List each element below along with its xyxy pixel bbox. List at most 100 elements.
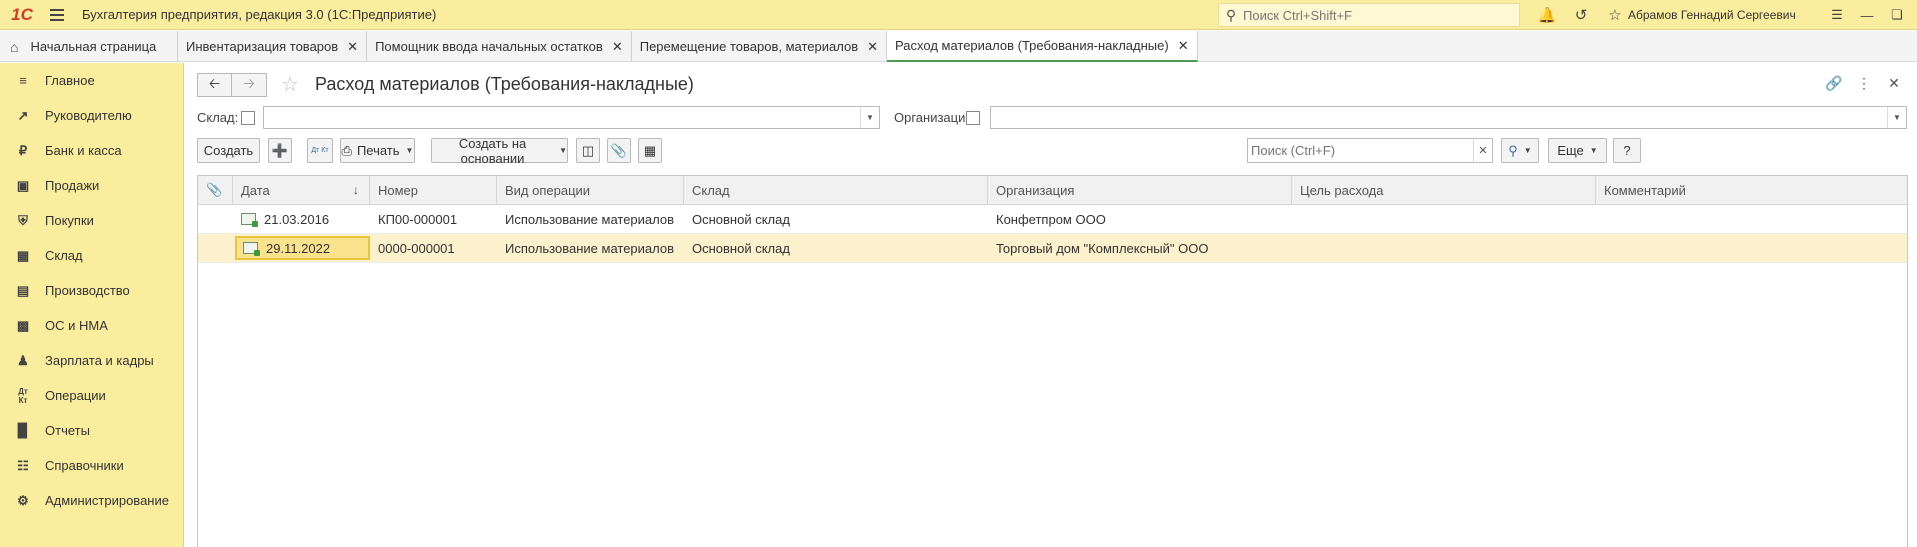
warehouse-cell: Основной склад	[692, 240, 790, 256]
form-title: Расход материалов (Требования-накладные)	[315, 74, 694, 94]
minimize-icon[interactable]: —	[1852, 0, 1882, 30]
close-tab-icon[interactable]: ✕	[347, 39, 358, 55]
ruble-coin-icon: ₽	[18, 142, 28, 158]
command-bar: Создать ➕ Дт Кт ⎙ Печать ▼ Создать на ос…	[197, 135, 1907, 166]
gear-icon: ⚙	[17, 492, 29, 508]
close-form-icon[interactable]: ✕	[1879, 71, 1909, 95]
sidebar-item-fixed-assets[interactable]: ▩ ОС и НМА	[0, 308, 183, 343]
tab-inventory[interactable]: Инвентаризация товаров ✕	[178, 31, 368, 62]
comment-cell	[1596, 205, 1907, 233]
sidebar-item-label: Банк и касса	[45, 143, 122, 158]
sidebar-item-operations[interactable]: Дт Кт Операции	[0, 378, 183, 413]
top-icons: 🔔 ↺ ☆	[1530, 0, 1632, 30]
dt-kt-button[interactable]: Дт Кт	[307, 138, 333, 163]
column-header-number[interactable]: Номер	[370, 176, 497, 204]
create-button[interactable]: Создать	[197, 138, 260, 163]
organization-filter-select[interactable]: ▼	[990, 106, 1907, 129]
sidebar-item-label: Операции	[45, 388, 106, 403]
tab-home[interactable]: ⌂ Начальная страница	[0, 31, 178, 62]
factory-icon: ▤	[16, 282, 30, 298]
list-search[interactable]: ✕	[1247, 138, 1493, 163]
search-options-button[interactable]: ⚲ ▼	[1501, 138, 1539, 163]
sidebar-item-label: ОС и НМА	[45, 318, 108, 333]
settings-menu-icon[interactable]: ☰	[1822, 0, 1852, 30]
sidebar-item-bank[interactable]: ₽ Банк и касса	[0, 133, 183, 168]
tab-goods-transfer[interactable]: Перемещение товаров, материалов ✕	[632, 31, 888, 62]
sidebar-item-warehouse[interactable]: ▦ Склад	[0, 238, 183, 273]
table-row-selected[interactable]: 29.11.2022 0000-000001 Использование мат…	[198, 234, 1907, 263]
history-icon[interactable]: ↺	[1564, 0, 1598, 30]
more-label: Еще	[1557, 143, 1584, 158]
form-area: 🡠 🡢 ☆ Расход материалов (Требования-накл…	[185, 63, 1917, 547]
tab-opening-balances[interactable]: Помощник ввода начальных остатков ✕	[367, 31, 632, 62]
column-header-organization[interactable]: Организация	[988, 176, 1292, 204]
sidebar-item-sales[interactable]: ▣ Продажи	[0, 168, 183, 203]
more-button[interactable]: Еще ▼	[1548, 138, 1607, 163]
warehouse-filter-checkbox[interactable]	[241, 111, 255, 125]
close-tab-icon[interactable]: ✕	[867, 39, 878, 55]
column-header-date[interactable]: Дата ↓	[233, 176, 370, 204]
create-based-on-label: Создать на основании	[458, 135, 527, 166]
favorite-star-icon[interactable]: ☆	[281, 72, 299, 97]
global-search[interactable]: ⚲	[1218, 3, 1520, 27]
list-search-input[interactable]	[1248, 139, 1470, 162]
global-search-input[interactable]	[1243, 7, 1503, 23]
sidebar-item-catalogs[interactable]: ☷ Справочники	[0, 448, 183, 483]
restore-icon[interactable]: ❏	[1882, 0, 1912, 30]
comment-cell	[1596, 234, 1907, 262]
bell-icon[interactable]: 🔔	[1530, 0, 1564, 30]
number-cell: 0000-000001	[378, 240, 455, 256]
column-header-purpose[interactable]: Цель расхода	[1292, 176, 1596, 204]
form-title-icons: 🔗 ⋮ ✕	[1819, 71, 1909, 95]
warehouse-filter-select[interactable]: ▼	[263, 106, 880, 129]
date-cell: 21.03.2016	[233, 205, 370, 233]
title-bar: 1С Бухгалтерия предприятия, редакция 3.0…	[0, 0, 1917, 30]
warehouse-grid-icon: ▦	[16, 247, 30, 263]
chevron-down-icon: ▼	[1589, 146, 1598, 155]
table-row[interactable]: 21.03.2016 КП00-000001 Использование мат…	[198, 205, 1907, 234]
close-tab-icon[interactable]: ✕	[1178, 38, 1189, 54]
chevron-down-icon: ▼	[559, 146, 567, 155]
sidebar-item-salary[interactable]: ♟ Зарплата и кадры	[0, 343, 183, 378]
organization-filter-checkbox[interactable]	[966, 111, 980, 125]
link-icon[interactable]: 🔗	[1819, 71, 1849, 95]
calculator-icon[interactable]: ▦	[638, 138, 662, 163]
close-icon[interactable]: ✕	[1912, 0, 1917, 30]
chevron-down-icon[interactable]: ▼	[860, 107, 879, 128]
warehouse-cell: Основной склад	[692, 211, 790, 227]
more-vertical-icon[interactable]: ⋮	[1849, 71, 1879, 95]
star-icon[interactable]: ☆	[1598, 0, 1632, 30]
clear-search-icon[interactable]: ✕	[1473, 139, 1492, 162]
sidebar-item-admin[interactable]: ⚙ Администрирование	[0, 483, 183, 518]
posted-document-icon	[243, 242, 260, 256]
sidebar-item-label: Главное	[45, 73, 95, 88]
attachment-column-header[interactable]: 📎	[198, 176, 233, 204]
main-menu-icon[interactable]	[44, 0, 70, 30]
sidebar-item-production[interactable]: ▤ Производство	[0, 273, 183, 308]
tab-materials-consumption[interactable]: Расход материалов (Требования-накладные)…	[887, 31, 1198, 62]
tab-label: Помощник ввода начальных остатков	[375, 39, 603, 54]
paperclip-icon[interactable]: 📎	[607, 138, 631, 163]
sidebar-item-reports[interactable]: ▉ Отчеты	[0, 413, 183, 448]
back-button[interactable]: 🡠	[197, 73, 232, 97]
close-tab-icon[interactable]: ✕	[612, 39, 623, 55]
column-header-warehouse[interactable]: Склад	[684, 176, 988, 204]
help-button[interactable]: ?	[1613, 138, 1641, 163]
sidebar-item-label: Руководителю	[45, 108, 132, 123]
column-header-operation[interactable]: Вид операции	[497, 176, 684, 204]
documents-table[interactable]: 📎 Дата ↓ Номер Вид операции Склад Организ…	[197, 175, 1908, 547]
chevron-down-icon[interactable]: ▼	[1887, 107, 1906, 128]
organization-cell: Конфетпром ООО	[996, 211, 1106, 227]
purpose-cell	[1292, 205, 1596, 233]
copy-document-icon[interactable]: ➕	[268, 138, 292, 163]
forward-button[interactable]: 🡢	[232, 73, 267, 97]
sidebar-item-manager[interactable]: ↗ Руководителю	[0, 98, 183, 133]
sidebar-item-purchases[interactable]: ⛨ Покупки	[0, 203, 183, 238]
column-header-comment[interactable]: Комментарий	[1596, 176, 1907, 204]
warehouse-filter-label: Склад:	[197, 110, 239, 125]
structure-icon[interactable]: ◫	[576, 138, 600, 163]
create-based-on-button[interactable]: Создать на основании ▼	[431, 135, 568, 166]
print-button[interactable]: ⎙ Печать ▼	[340, 138, 415, 163]
user-name[interactable]: Абрамов Геннадий Сергеевич	[1628, 8, 1796, 22]
sidebar-item-main[interactable]: ≡ Главное	[0, 63, 183, 98]
